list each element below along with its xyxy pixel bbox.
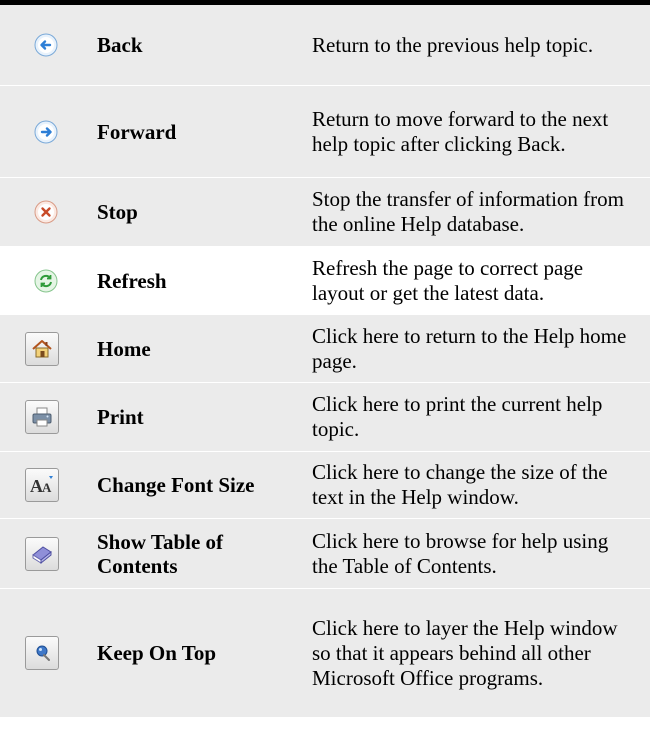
row-name: Home <box>97 336 151 361</box>
stop-icon[interactable] <box>34 200 58 224</box>
row-name: Print <box>97 405 144 429</box>
refresh-icon[interactable] <box>34 269 58 293</box>
table-row-change-font-size: A A Change Font Size Click here to chang… <box>0 452 650 519</box>
forward-arrow-icon[interactable] <box>34 120 58 144</box>
row-name: Refresh <box>97 268 167 293</box>
help-toolbar-table: Back Return to the previous help topic. … <box>0 5 650 718</box>
row-name: Keep On Top <box>97 641 217 665</box>
print-icon[interactable] <box>25 400 59 434</box>
row-description: Click here to return to the Help home pa… <box>312 323 627 373</box>
table-row-stop: Stop Stop the transfer of information fr… <box>0 178 650 247</box>
row-name: Stop <box>97 200 138 224</box>
row-description: Click here to layer the Help window so t… <box>312 615 618 690</box>
table-row-keep-on-top: Keep On Top Click here to layer the Help… <box>0 589 650 718</box>
row-description: Click here to change the size of the tex… <box>312 460 608 509</box>
row-name: Back <box>97 33 143 57</box>
row-description: Stop the transfer of information from th… <box>312 187 625 236</box>
svg-text:A: A <box>42 480 52 495</box>
pin-icon[interactable] <box>25 636 59 670</box>
table-row-refresh: Refresh Refresh the page to correct page… <box>0 247 650 315</box>
row-description: Return to the previous help topic. <box>312 32 594 57</box>
table-row-show-table-of-contents: Show Table of Contents Click here to bro… <box>0 519 650 589</box>
table-row-print: Print Click here to print the current he… <box>0 383 650 452</box>
row-name: Forward <box>97 119 177 144</box>
row-description: Click here to print the current help top… <box>312 392 603 441</box>
table-row-forward: Forward Return to move forward to the ne… <box>0 86 650 178</box>
row-description: Refresh the page to correct page layout … <box>312 255 584 305</box>
font-size-icon[interactable]: A A <box>25 468 59 502</box>
back-arrow-icon[interactable] <box>34 33 58 57</box>
table-row-back: Back Return to the previous help topic. <box>0 5 650 86</box>
row-name: Change Font Size <box>97 473 255 497</box>
home-icon[interactable] <box>25 331 59 366</box>
row-description: Return to move forward to the next help … <box>312 106 609 156</box>
table-row-home: Home Click here to return to the Help ho… <box>0 315 650 383</box>
book-icon[interactable] <box>25 536 59 571</box>
row-description: Click here to browse for help using the … <box>312 528 609 578</box>
row-name: Show Table of Contents <box>97 529 224 578</box>
